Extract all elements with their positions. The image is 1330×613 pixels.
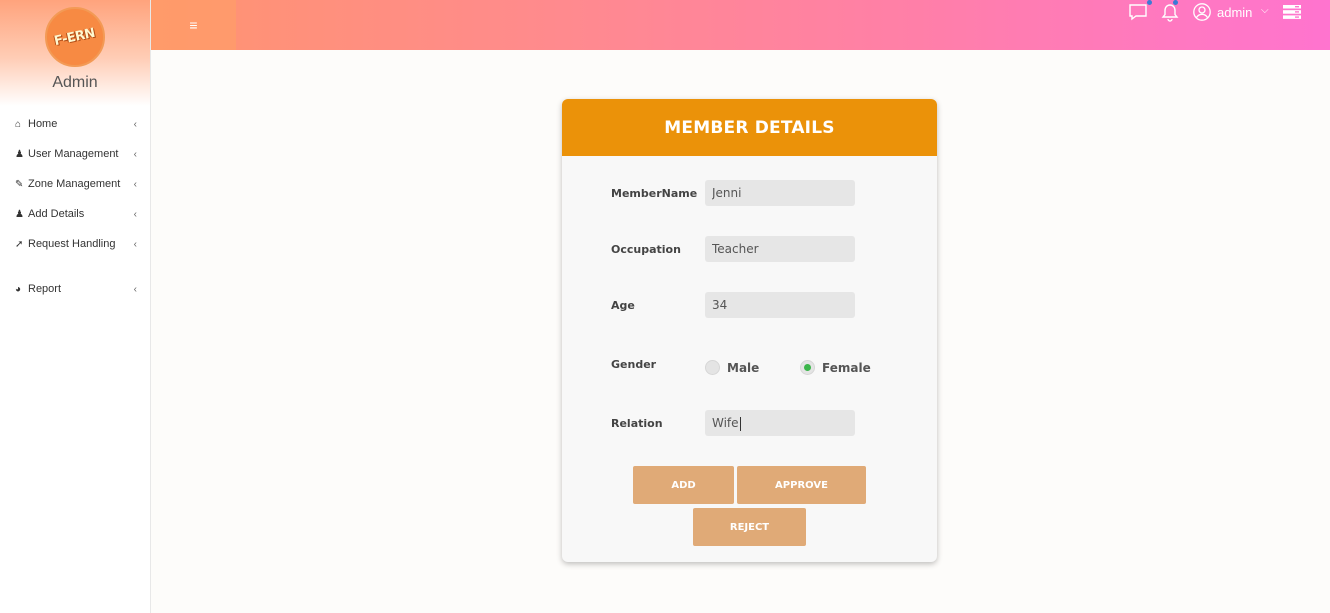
approve-button[interactable]: APPROVE [737, 466, 866, 504]
chevron-left-icon: ‹ [133, 178, 137, 190]
sidebar-item-label: Request Handling [28, 238, 116, 250]
sidebar-item-label: Home [28, 118, 58, 130]
user-avatar-icon[interactable] [1192, 2, 1212, 27]
pie-chart-icon: ◕ [15, 283, 22, 295]
menu-icon: ≡ [189, 17, 198, 33]
role-title: Admin [52, 74, 98, 91]
top-bar: ≡ admin ⌵ [151, 0, 1330, 50]
chat-icon[interactable] [1128, 2, 1148, 27]
edit-icon: ✎ [15, 178, 24, 190]
sidebar-item-label: Add Details [28, 208, 85, 220]
text-caret [739, 416, 741, 431]
sidebar-item-report[interactable]: ◕ Report ‹ [15, 280, 137, 298]
gender-female-radio[interactable] [800, 360, 815, 375]
relation-label: Relation [611, 417, 663, 430]
gender-female-label[interactable]: Female [822, 361, 871, 375]
logo-text: F-ERN [53, 25, 97, 49]
gender-male-label[interactable]: Male [727, 361, 759, 375]
relation-value: Wife [712, 416, 739, 430]
relation-input[interactable]: Wife [705, 410, 855, 436]
occupation-input[interactable] [705, 236, 855, 262]
member-name-label: MemberName [611, 187, 698, 200]
sidebar-item-add-details[interactable]: ♟ Add Details ‹ [15, 205, 137, 223]
age-label: Age [611, 299, 635, 312]
logo: F-ERN [45, 7, 105, 67]
home-icon: ⌂ [15, 118, 22, 130]
sidebar-item-request-handling[interactable]: ➚ Request Handling ‹ [15, 235, 137, 253]
sidebar-header: F-ERN Admin [0, 0, 150, 106]
member-name-input[interactable] [705, 180, 855, 206]
paper-plane-icon: ➚ [15, 238, 24, 250]
menu-toggle-button[interactable]: ≡ [151, 0, 236, 50]
sidebar-item-user-management[interactable]: ♟ User Management ‹ [15, 145, 137, 163]
chevron-down-icon[interactable]: ⌵ [1261, 5, 1269, 16]
member-details-card: MEMBER DETAILS MemberName Occupation Age… [562, 99, 937, 562]
sidebar-item-home[interactable]: ⌂ Home ‹ [15, 115, 137, 133]
chevron-left-icon: ‹ [133, 148, 137, 160]
sidebar-item-label: Zone Management [28, 178, 121, 190]
settings-panel-icon[interactable] [1282, 4, 1302, 25]
sidebar-item-label: Report [28, 283, 62, 295]
chevron-left-icon: ‹ [133, 118, 137, 130]
add-button[interactable]: ADD [633, 466, 734, 504]
sidebar-item-label: User Management [28, 148, 119, 160]
chat-notification-dot [1147, 0, 1152, 5]
age-input[interactable] [705, 292, 855, 318]
user-plus-icon: ♟ [15, 148, 24, 160]
sidebar-item-zone-management[interactable]: ✎ Zone Management ‹ [15, 175, 137, 193]
sidebar: F-ERN Admin ⌂ Home ‹ ♟ User Management ‹… [0, 0, 151, 613]
user-plus-icon: ♟ [15, 208, 24, 220]
bell-notification-dot [1173, 0, 1178, 5]
reject-button[interactable]: REJECT [693, 508, 806, 546]
chevron-left-icon: ‹ [133, 238, 137, 250]
chevron-left-icon: ‹ [133, 283, 137, 295]
user-menu-name[interactable]: admin [1217, 5, 1252, 20]
occupation-label: Occupation [611, 243, 681, 256]
gender-male-radio[interactable] [705, 360, 720, 375]
bell-icon[interactable] [1160, 2, 1180, 29]
gender-label: Gender [611, 358, 657, 371]
card-title: MEMBER DETAILS [664, 117, 835, 138]
chevron-left-icon: ‹ [133, 208, 137, 220]
card-header: MEMBER DETAILS [562, 99, 937, 156]
